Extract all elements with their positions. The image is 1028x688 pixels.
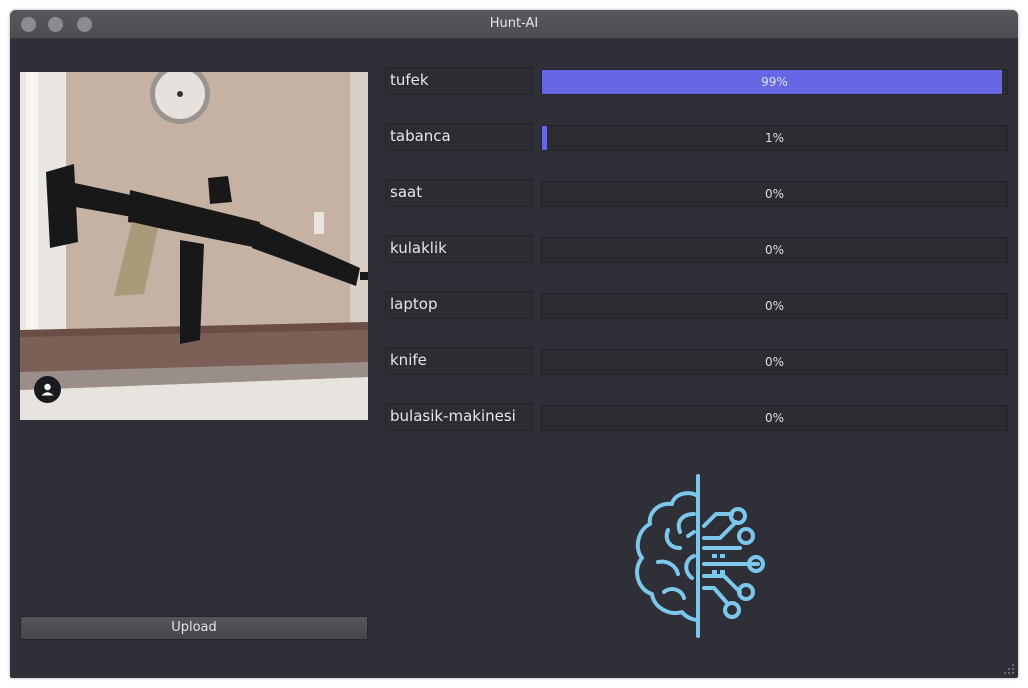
prediction-label: tufek <box>385 67 533 95</box>
prediction-progress-bar: 0% <box>541 405 1008 431</box>
prediction-progress-bar: 1% <box>541 125 1008 151</box>
resize-grip-icon[interactable] <box>1004 664 1014 674</box>
brain-circuit-icon <box>635 474 765 638</box>
prediction-label: bulasik-makinesi <box>385 403 533 431</box>
prediction-label: laptop <box>385 291 533 319</box>
upload-button[interactable]: Upload <box>20 616 368 640</box>
prediction-progress-bar: 0% <box>541 349 1008 375</box>
progress-text: 0% <box>764 187 785 201</box>
title-bar[interactable]: Hunt-AI <box>10 10 1018 39</box>
prediction-progress-bar: 0% <box>541 181 1008 207</box>
progress-text: 0% <box>764 243 785 257</box>
uploaded-image-preview <box>20 72 368 420</box>
prediction-label: kulaklik <box>385 235 533 263</box>
prediction-label: saat <box>385 179 533 207</box>
progress-text: 1% <box>764 131 785 145</box>
prediction-progress-bar: 99% <box>541 69 1008 95</box>
prediction-label: tabanca <box>385 123 533 151</box>
prediction-label: knife <box>385 347 533 375</box>
app-window: Hunt-AI Upload tufek 99% tabanca 1% saat… <box>10 10 1018 678</box>
progress-text: 0% <box>764 355 785 369</box>
progress-text: 0% <box>764 411 785 425</box>
progress-text: 99% <box>761 75 788 89</box>
progress-text: 0% <box>764 299 785 313</box>
rifle-photo <box>20 72 368 420</box>
window-title: Hunt-AI <box>489 16 539 31</box>
prediction-progress-bar: 0% <box>541 293 1008 319</box>
prediction-progress-bar: 0% <box>541 237 1008 263</box>
user-icon[interactable] <box>34 376 61 403</box>
